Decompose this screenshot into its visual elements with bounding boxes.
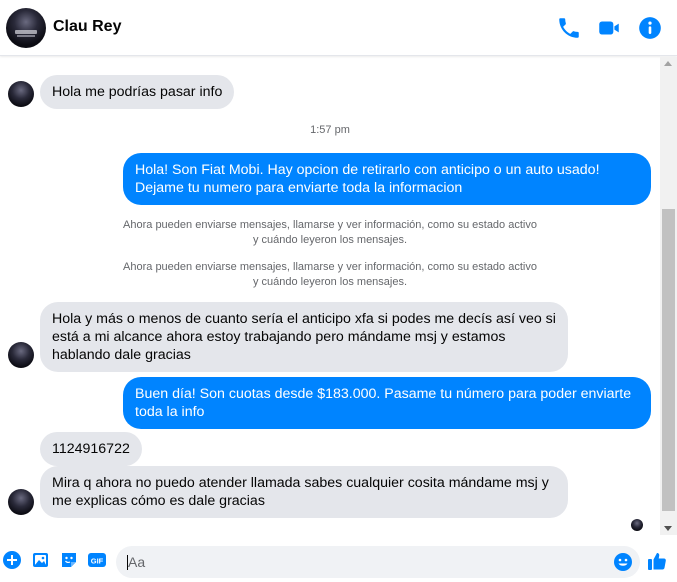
video-icon[interactable] <box>596 15 622 41</box>
phone-icon[interactable] <box>556 15 582 41</box>
system-notice-line: Ahora pueden enviarse mensajes, llamarse… <box>123 261 537 273</box>
seen-avatar <box>631 519 643 531</box>
outgoing-message[interactable]: Hola! Son Fiat Mobi. Hay opcion de retir… <box>123 153 651 205</box>
avatar-logo-bar <box>15 30 37 34</box>
scroll-thumb[interactable] <box>662 209 675 511</box>
chat-header: Clau Rey <box>0 0 677 56</box>
emoji-icon[interactable] <box>613 552 633 572</box>
incoming-message[interactable]: 1124916722 <box>40 432 142 466</box>
avatar-logo-bar-2 <box>17 35 35 37</box>
gif-label: GIF <box>91 557 104 566</box>
contact-avatar-small <box>8 342 34 368</box>
message-list: Hola me podrías pasar info 1:57 pm Hola!… <box>0 57 660 535</box>
system-notice-line: Ahora pueden enviarse mensajes, llamarse… <box>123 219 537 231</box>
contact-avatar-small <box>8 489 34 515</box>
incoming-message[interactable]: Hola y más o menos de cuanto sería el an… <box>40 302 568 372</box>
scroll-up-arrow[interactable] <box>664 61 672 66</box>
system-notice-line: y cuándo leyeron los mensajes. <box>252 234 408 246</box>
contact-name[interactable]: Clau Rey <box>53 18 121 36</box>
incoming-message[interactable]: Hola me podrías pasar info <box>40 75 235 109</box>
sticker-icon[interactable] <box>59 550 79 570</box>
message-input-wrapper[interactable] <box>116 546 640 578</box>
chat-scrollbar[interactable] <box>660 57 677 535</box>
scroll-down-arrow[interactable] <box>664 526 672 531</box>
timestamp: 1:57 pm <box>310 124 350 136</box>
gif-icon[interactable]: GIF <box>87 550 107 570</box>
thumbs-up-icon[interactable] <box>646 550 668 572</box>
photo-icon[interactable] <box>30 550 50 570</box>
contact-avatar[interactable] <box>6 8 46 48</box>
message-input[interactable] <box>128 546 608 578</box>
outgoing-message[interactable]: Buen día! Son cuotas desde $183.000. Pas… <box>123 377 651 429</box>
contact-avatar-small <box>8 81 34 107</box>
composer-bar: GIF <box>0 540 677 582</box>
system-notice-line: y cuándo leyeron los mensajes. <box>252 276 408 288</box>
info-icon[interactable] <box>637 15 663 41</box>
incoming-message[interactable]: Mira q ahora no puedo atender llamada sa… <box>40 466 568 518</box>
system-notice: Ahora pueden enviarse mensajes, llamarse… <box>0 218 660 248</box>
plus-icon[interactable] <box>2 550 22 570</box>
system-notice: Ahora pueden enviarse mensajes, llamarse… <box>0 260 660 290</box>
